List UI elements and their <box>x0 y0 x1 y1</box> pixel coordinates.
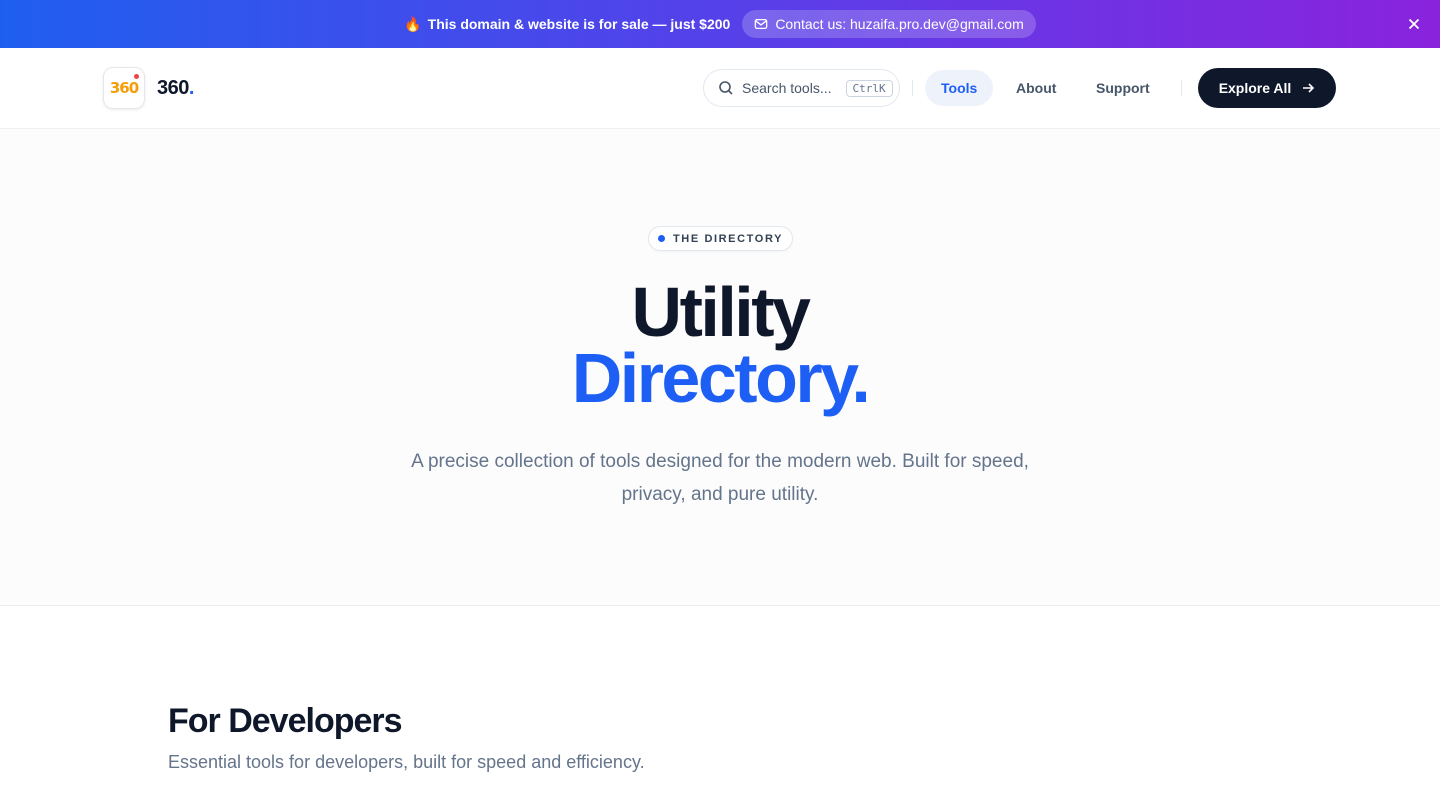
logo-icon: 360 <box>103 67 145 109</box>
explore-all-label: Explore All <box>1218 80 1292 96</box>
logo-mark: 360 <box>109 79 139 97</box>
promo-banner: 🔥 This domain & website is for sale — ju… <box>0 0 1440 48</box>
nav-divider <box>1181 80 1182 96</box>
logo-dot <box>134 74 139 79</box>
logo-link[interactable]: 360 360. <box>103 67 194 109</box>
arrow-right-icon <box>1303 83 1315 93</box>
site-header: 360 360. Search tools... CtrlK Tools Abo… <box>0 48 1440 129</box>
nav-divider <box>912 80 913 96</box>
nav-about[interactable]: About <box>1000 70 1072 106</box>
search-placeholder: Search tools... <box>742 80 832 96</box>
hero-title: Utility Directory. <box>0 273 1440 417</box>
hero-subtitle: A precise collection of tools designed f… <box>411 451 1029 505</box>
search-icon <box>719 81 733 95</box>
mail-icon <box>754 18 768 30</box>
hero-title-line1: Utility <box>631 273 811 351</box>
fire-icon: 🔥 <box>404 15 422 32</box>
explore-all-button[interactable]: Explore All <box>1198 68 1336 108</box>
badge-dot <box>657 235 665 242</box>
promo-message: 🔥 This domain & website is for sale — ju… <box>404 16 730 33</box>
badge-label: THE DIRECTORY <box>672 232 784 245</box>
close-icon[interactable] <box>1406 16 1422 32</box>
nav-support[interactable]: Support <box>1080 70 1166 106</box>
search-input[interactable]: Search tools... CtrlK <box>703 69 900 107</box>
nav-tools[interactable]: Tools <box>925 70 994 106</box>
promo-text: This domain & website is for sale — just… <box>427 16 731 32</box>
hero-title-line2: Directory. <box>571 339 871 417</box>
search-shortcut: CtrlK <box>845 79 893 97</box>
section-title: For Developers <box>168 702 403 740</box>
brand-name: 360. <box>157 76 194 99</box>
hero-section: THE DIRECTORY Utility Directory. A preci… <box>0 129 1440 606</box>
directory-badge: THE DIRECTORY <box>648 226 793 251</box>
contact-link[interactable]: Contact us: huzaifa.pro.dev@gmail.com <box>742 10 1036 38</box>
section-subtitle: Essential tools for developers, built fo… <box>168 752 645 772</box>
contact-label: Contact us: huzaifa.pro.dev@gmail.com <box>775 16 1024 32</box>
